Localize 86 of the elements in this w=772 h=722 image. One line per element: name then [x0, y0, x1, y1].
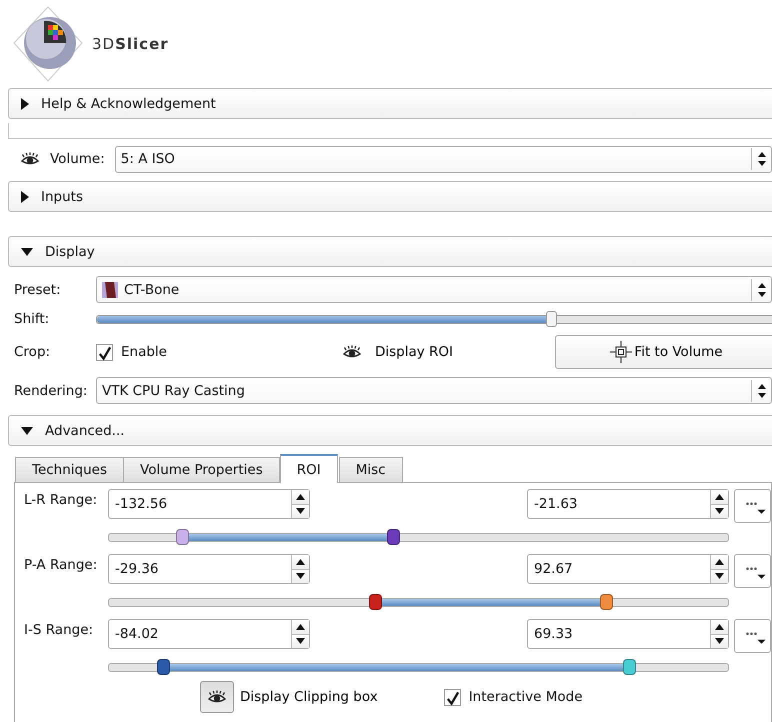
- spin-down-button[interactable]: [292, 504, 309, 518]
- up-arrow-icon: [715, 494, 724, 500]
- preset-label: Preset:: [14, 282, 62, 298]
- down-arrow-icon: [296, 573, 305, 580]
- section-header[interactable]: Inputs: [8, 181, 772, 212]
- up-arrow-icon: [296, 624, 305, 630]
- spin-up-button[interactable]: [711, 620, 728, 634]
- eye-toggle-button[interactable]: Display ROI: [334, 335, 454, 369]
- slider-handle[interactable]: [622, 659, 636, 675]
- checkbox[interactable]: [96, 344, 113, 360]
- spin-down-button[interactable]: [292, 568, 309, 583]
- down-arrow-icon: [296, 508, 305, 514]
- spin-up-button[interactable]: [292, 490, 309, 504]
- tab[interactable]: Volume Properties: [123, 457, 280, 482]
- dots-caret-icon: [746, 567, 766, 579]
- spin-up-button[interactable]: [292, 555, 309, 568]
- dropdown-arrows-icon: [757, 282, 767, 298]
- up-arrow-icon: [296, 558, 305, 565]
- preset-dropdown[interactable]: CT-Bone: [96, 276, 772, 303]
- range-label: I-S Range:: [24, 621, 94, 638]
- shift-label: Shift:: [14, 311, 50, 327]
- checkbox-label: Enable: [121, 344, 167, 360]
- preset-swatch-icon: [102, 282, 118, 298]
- spin-down-button[interactable]: [711, 634, 728, 648]
- volume-dropdown[interactable]: 5: A ISO: [114, 146, 772, 172]
- eye-icon: [20, 152, 40, 166]
- down-arrow-icon: [715, 573, 724, 580]
- spin-box[interactable]: -84.02: [108, 619, 310, 649]
- dots-caret-icon: [746, 632, 766, 644]
- crosshair-box-icon: [610, 341, 632, 363]
- section-title: Help & Acknowledgement: [41, 96, 216, 112]
- section-title: Display: [45, 244, 95, 260]
- eye-toggle-button[interactable]: Display Clipping box: [199, 680, 379, 714]
- section-title: Inputs: [41, 188, 83, 204]
- more-options-button[interactable]: [734, 554, 771, 588]
- rendering-label: Rendering:: [14, 382, 88, 398]
- down-arrow-icon: [715, 638, 724, 644]
- spin-up-button[interactable]: [292, 620, 309, 634]
- slider-handle[interactable]: [600, 594, 614, 610]
- dots-caret-icon: [746, 502, 766, 514]
- spin-box[interactable]: -21.63: [527, 489, 729, 519]
- slider-handle[interactable]: [386, 529, 400, 545]
- up-arrow-icon: [296, 494, 305, 500]
- rendering-dropdown[interactable]: VTK CPU Ray Casting: [96, 377, 772, 404]
- down-arrow-icon: [715, 508, 724, 514]
- checkbox[interactable]: [444, 688, 461, 706]
- spin-up-button[interactable]: [711, 555, 728, 568]
- crop-label: Crop:: [14, 344, 52, 360]
- spin-box[interactable]: 92.67: [527, 554, 729, 584]
- up-arrow-icon: [715, 624, 724, 630]
- slider-handle[interactable]: [546, 310, 558, 326]
- dropdown-arrows-icon: [757, 151, 767, 167]
- slider-handle[interactable]: [369, 594, 382, 610]
- up-arrow-icon: [715, 558, 724, 565]
- collapsed-triangle-icon: [21, 98, 29, 110]
- spin-down-button[interactable]: [292, 634, 309, 648]
- fit-to-volume-button[interactable]: Fit to Volume: [555, 335, 772, 369]
- section-header[interactable]: Advanced...: [8, 415, 772, 446]
- more-options-button[interactable]: [734, 619, 771, 653]
- eye-icon: [342, 345, 362, 359]
- section-title: Advanced...: [45, 422, 125, 438]
- slider-handle[interactable]: [156, 659, 170, 675]
- section-header[interactable]: Display: [8, 236, 772, 267]
- range-label: L-R Range:: [24, 491, 98, 508]
- expanded-triangle-icon: [21, 426, 33, 434]
- collapsed-triangle-icon: [21, 190, 29, 202]
- eye-icon: [207, 690, 227, 704]
- down-arrow-icon: [296, 638, 305, 644]
- slider-handle[interactable]: [176, 529, 190, 545]
- more-options-button[interactable]: [734, 489, 771, 523]
- dropdown-arrows-icon: [757, 382, 767, 398]
- spin-box[interactable]: 69.33: [527, 619, 729, 649]
- spin-up-button[interactable]: [711, 490, 728, 504]
- tab[interactable]: Misc: [338, 457, 403, 482]
- checkbox-label: Interactive Mode: [468, 689, 582, 705]
- spin-down-button[interactable]: [711, 504, 728, 518]
- spin-box[interactable]: -132.56: [108, 489, 310, 519]
- tab[interactable]: Techniques: [15, 457, 124, 482]
- logo-text: 3DSlicer: [92, 35, 169, 53]
- spin-box[interactable]: -29.36: [108, 554, 310, 584]
- spin-down-button[interactable]: [711, 568, 728, 583]
- range-label: P-A Range:: [24, 556, 98, 573]
- volume-label: Volume:: [50, 151, 105, 167]
- tab[interactable]: ROI: [280, 454, 338, 483]
- expanded-triangle-icon: [21, 248, 33, 256]
- section-header[interactable]: Help & Acknowledgement: [8, 88, 772, 119]
